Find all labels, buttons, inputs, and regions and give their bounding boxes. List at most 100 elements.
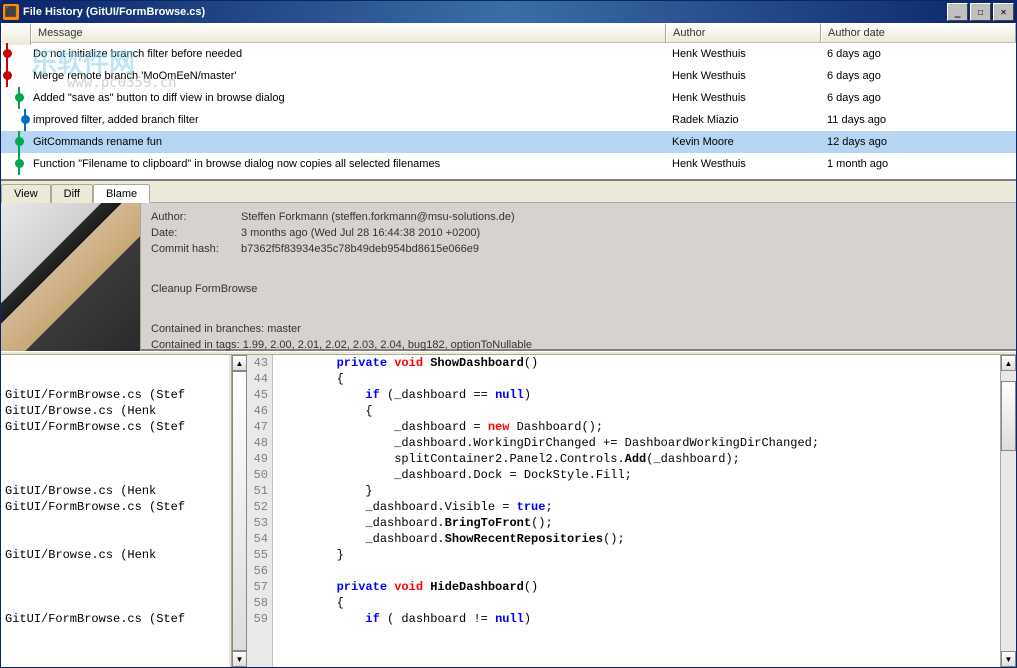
- blame-line[interactable]: [1, 579, 229, 595]
- col-date-header[interactable]: Author date: [821, 23, 1016, 42]
- commit-author-cell: Henk Westhuis: [666, 158, 821, 170]
- branches-line: Contained in branches: master: [151, 321, 1006, 337]
- code-line: {: [279, 595, 1000, 611]
- commit-row[interactable]: GitCommands rename funKevin Moore12 days…: [1, 131, 1016, 153]
- hash-value: b7362f5f83934e35c78b49deb954bd8615e066e9: [241, 241, 1006, 257]
- code-scrollbar[interactable]: ▲ ▼: [1000, 355, 1016, 667]
- blame-line[interactable]: GitUI/Browse.cs (Henk: [1, 483, 229, 499]
- code-line: _dashboard.Visible = true;: [279, 499, 1000, 515]
- code-line: }: [279, 547, 1000, 563]
- commit-author-cell: Radek Miazio: [666, 114, 821, 126]
- blame-line[interactable]: [1, 467, 229, 483]
- commit-info-panel: Author:Steffen Forkmann (steffen.forkman…: [1, 203, 1016, 351]
- commit-row[interactable]: Function "Filename to clipboard" in brow…: [1, 153, 1016, 175]
- commit-author-cell: Henk Westhuis: [666, 48, 821, 60]
- blame-line[interactable]: GitUI/FormBrowse.cs (Stef: [1, 419, 229, 435]
- blame-pane: GitUI/FormBrowse.cs (StefGitUI/Browse.cs…: [1, 355, 1016, 667]
- blame-annotations[interactable]: GitUI/FormBrowse.cs (StefGitUI/Browse.cs…: [1, 355, 231, 667]
- col-message-header[interactable]: Message: [31, 23, 666, 42]
- author-avatar: [1, 203, 141, 351]
- scroll-down-icon[interactable]: ▼: [232, 651, 247, 667]
- code-line: _dashboard.BringToFront();: [279, 515, 1000, 531]
- code-line: {: [279, 371, 1000, 387]
- code-line: splitContainer2.Panel2.Controls.Add(_das…: [279, 451, 1000, 467]
- blame-line[interactable]: [1, 355, 229, 371]
- blame-line[interactable]: [1, 435, 229, 451]
- commit-list-body[interactable]: 乐软件网 www.pc0359.cn Do not initialize bra…: [1, 43, 1016, 179]
- source-code[interactable]: private void ShowDashboard() { if (_dash…: [273, 355, 1000, 667]
- commit-date-cell: 12 days ago: [821, 136, 1016, 148]
- tab-view[interactable]: View: [1, 184, 51, 203]
- app-icon: ⬛: [3, 4, 19, 20]
- commit-author-cell: Kevin Moore: [666, 136, 821, 148]
- author-label: Author:: [151, 209, 241, 225]
- code-line: }: [279, 483, 1000, 499]
- commit-date-cell: 1 month ago: [821, 158, 1016, 170]
- blame-line[interactable]: [1, 515, 229, 531]
- commit-author-cell: Henk Westhuis: [666, 92, 821, 104]
- blame-line[interactable]: [1, 451, 229, 467]
- blame-line[interactable]: [1, 531, 229, 547]
- commit-message-cell: Do not initialize branch filter before n…: [31, 48, 666, 60]
- scroll-thumb[interactable]: [1001, 381, 1016, 451]
- blame-line[interactable]: [1, 371, 229, 387]
- blame-line[interactable]: GitUI/FormBrowse.cs (Stef: [1, 499, 229, 515]
- commit-message-cell: improved filter, added branch filter: [31, 114, 666, 126]
- scroll-up-icon[interactable]: ▲: [1001, 355, 1016, 371]
- code-line: private void ShowDashboard(): [279, 355, 1000, 371]
- col-author-header[interactable]: Author: [666, 23, 821, 42]
- commit-message-cell: Function "Filename to clipboard" in brow…: [31, 158, 666, 170]
- code-line: _dashboard = new Dashboard();: [279, 419, 1000, 435]
- date-label: Date:: [151, 225, 241, 241]
- scroll-up-icon[interactable]: ▲: [232, 355, 247, 371]
- commit-date-cell: 6 days ago: [821, 48, 1016, 60]
- window-title: File History (GitUI/FormBrowse.cs): [23, 6, 947, 18]
- blame-line[interactable]: [1, 595, 229, 611]
- blame-line[interactable]: GitUI/Browse.cs (Henk: [1, 403, 229, 419]
- blame-line[interactable]: [1, 563, 229, 579]
- commit-date-cell: 6 days ago: [821, 70, 1016, 82]
- line-number-gutter: 4344454647484950515253545556575859: [247, 355, 273, 667]
- blame-line[interactable]: GitUI/FormBrowse.cs (Stef: [1, 387, 229, 403]
- hash-label: Commit hash:: [151, 241, 241, 257]
- commit-row[interactable]: improved filter, added branch filterRade…: [1, 109, 1016, 131]
- commit-message-cell: Merge remote branch 'MoOmEeN/master': [31, 70, 666, 82]
- close-button[interactable]: ✕: [993, 3, 1014, 21]
- tab-diff[interactable]: Diff: [51, 184, 93, 203]
- code-view: 4344454647484950515253545556575859 priva…: [247, 355, 1000, 667]
- detail-tabs: ViewDiffBlame: [1, 181, 1016, 203]
- commit-list-header: Message Author Author date: [1, 23, 1016, 43]
- file-history-window: ⬛ File History (GitUI/FormBrowse.cs) _ ☐…: [0, 0, 1017, 668]
- code-line: _dashboard.ShowRecentRepositories();: [279, 531, 1000, 547]
- commit-info-text: Author:Steffen Forkmann (steffen.forkman…: [141, 203, 1016, 349]
- commit-message-cell: Added "save as" button to diff view in b…: [31, 92, 666, 104]
- commit-row[interactable]: Added "save as" button to diff view in b…: [1, 87, 1016, 109]
- code-line: private void HideDashboard(): [279, 579, 1000, 595]
- code-line: _dashboard.WorkingDirChanged += Dashboar…: [279, 435, 1000, 451]
- blame-scrollbar[interactable]: ▲ ▼: [231, 355, 247, 667]
- code-line: if (_dashboard == null): [279, 387, 1000, 403]
- code-line: [279, 563, 1000, 579]
- code-line: _dashboard.Dock = DockStyle.Fill;: [279, 467, 1000, 483]
- titlebar[interactable]: ⬛ File History (GitUI/FormBrowse.cs) _ ☐…: [1, 1, 1016, 23]
- scroll-thumb[interactable]: [232, 371, 247, 651]
- maximize-button[interactable]: ☐: [970, 3, 991, 21]
- commit-row[interactable]: Do not initialize branch filter before n…: [1, 43, 1016, 65]
- date-value: 3 months ago (Wed Jul 28 16:44:38 2010 +…: [241, 225, 1006, 241]
- code-line: {: [279, 403, 1000, 419]
- tab-blame[interactable]: Blame: [93, 184, 150, 203]
- blame-line[interactable]: GitUI/FormBrowse.cs (Stef: [1, 611, 229, 627]
- code-line: if ( dashboard != null): [279, 611, 1000, 627]
- minimize-button[interactable]: _: [947, 3, 968, 21]
- commit-date-cell: 11 days ago: [821, 114, 1016, 126]
- commit-list: Message Author Author date 乐软件网 www.pc03…: [1, 23, 1016, 181]
- commit-row[interactable]: Merge remote branch 'MoOmEeN/master'Henk…: [1, 65, 1016, 87]
- commit-message-cell: GitCommands rename fun: [31, 136, 666, 148]
- blame-line[interactable]: GitUI/Browse.cs (Henk: [1, 547, 229, 563]
- commit-date-cell: 6 days ago: [821, 92, 1016, 104]
- col-graph-header[interactable]: [1, 23, 31, 45]
- commit-author-cell: Henk Westhuis: [666, 70, 821, 82]
- scroll-down-icon[interactable]: ▼: [1001, 651, 1016, 667]
- author-value: Steffen Forkmann (steffen.forkmann@msu-s…: [241, 209, 1006, 225]
- commit-message: Cleanup FormBrowse: [151, 281, 1006, 297]
